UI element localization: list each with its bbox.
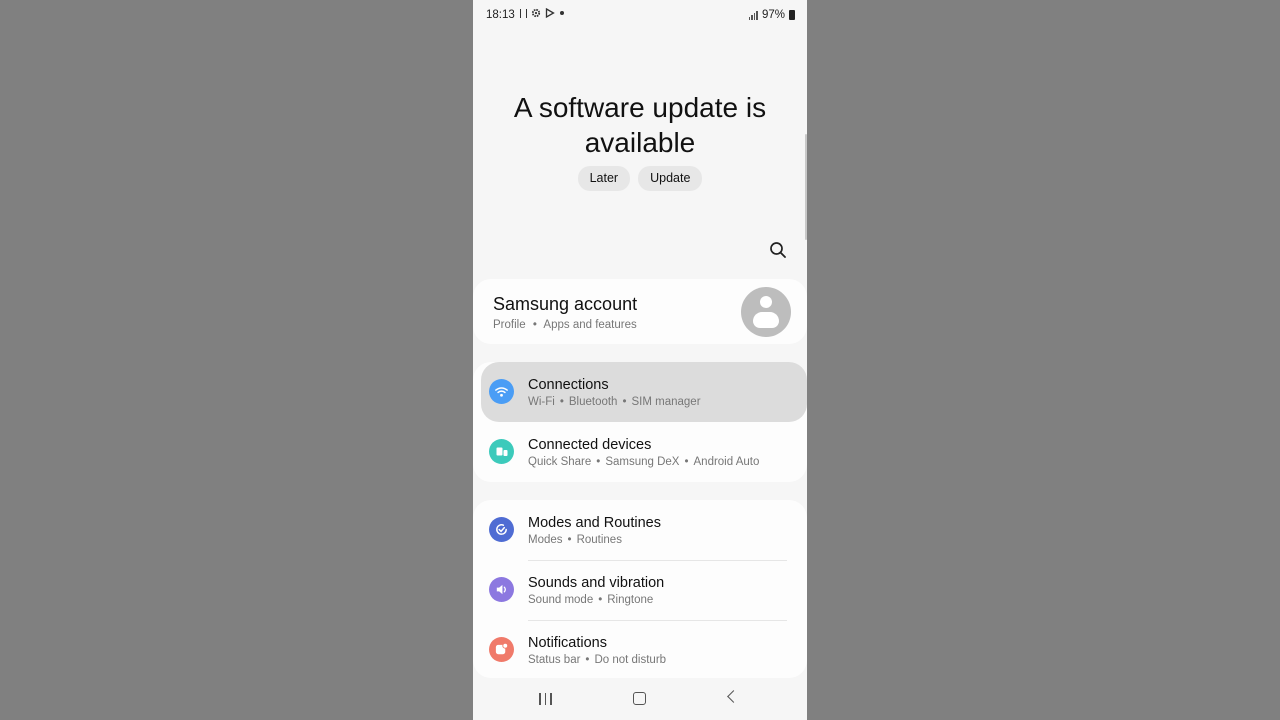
account-sub-profile: Profile	[493, 319, 526, 331]
scrollbar[interactable]	[805, 134, 807, 240]
signal-icon	[748, 10, 758, 20]
status-icons-left	[520, 8, 565, 18]
item-sub: Quick Share	[528, 456, 592, 468]
item-subtitle: Status bar • Do not disturb	[528, 654, 667, 666]
battery-percent: 97%	[761, 9, 785, 21]
modes-icon	[489, 517, 514, 542]
connected-devices-icon	[489, 439, 514, 464]
back-button[interactable]	[727, 690, 740, 703]
settings-item-notifications[interactable]: Notifications Status bar • Do not disturb	[473, 620, 807, 680]
account-sub-apps: Apps and features	[543, 319, 637, 331]
status-icons-right: 97%	[748, 9, 795, 21]
settings-group-1: Connections Wi-Fi • Bluetooth • SIM manager …	[473, 362, 807, 482]
home-button[interactable]	[633, 692, 646, 705]
screenshot-icon	[520, 8, 527, 18]
avatar[interactable]	[741, 287, 791, 337]
item-sub: Routines	[576, 534, 622, 546]
separator-dot: •	[532, 319, 537, 331]
search-icon[interactable]	[769, 241, 787, 259]
notification-icon	[489, 637, 514, 662]
navigation-bar	[473, 680, 807, 720]
item-sub: Samsung DeX	[605, 456, 680, 468]
battery-icon	[789, 10, 795, 20]
settings-icon	[531, 8, 541, 18]
item-subtitle: Quick Share • Samsung DeX • Android Auto	[528, 456, 760, 468]
status-bar: 18:13 97%	[473, 0, 807, 30]
sound-icon	[489, 577, 514, 602]
item-sub: Android Auto	[693, 456, 760, 468]
item-title: Connections	[528, 377, 609, 393]
item-title: Notifications	[528, 635, 607, 651]
item-sub: Modes	[528, 534, 563, 546]
phone-screen: 18:13 97% A software update is available…	[473, 0, 807, 720]
item-sub: Do not disturb	[594, 654, 667, 666]
samsung-account-card[interactable]: Samsung account Profile • Apps and featu…	[473, 279, 807, 344]
item-sub: Sound mode	[528, 594, 594, 606]
settings-group-2: Modes and Routines Modes • Routines Sounds…	[473, 500, 807, 678]
notification-dot-icon	[559, 10, 565, 16]
item-sub: Bluetooth	[568, 396, 618, 408]
item-sub: Ringtone	[607, 594, 654, 606]
status-time: 18:13	[486, 9, 515, 21]
item-subtitle: Wi-Fi • Bluetooth • SIM manager	[528, 396, 701, 408]
item-title: Sounds and vibration	[528, 575, 665, 591]
item-title: Modes and Routines	[528, 515, 661, 531]
later-button[interactable]: Later	[577, 166, 631, 191]
update-actions: Later Update	[473, 166, 807, 191]
settings-item-sounds-vibration[interactable]: Sounds and vibration Sound mode • Ringtone	[473, 560, 807, 620]
item-sub: Status bar	[528, 654, 581, 666]
item-sub: Wi-Fi	[528, 396, 555, 408]
update-button[interactable]: Update	[638, 166, 703, 191]
item-title: Connected devices	[528, 437, 652, 453]
settings-item-connected-devices[interactable]: Connected devices Quick Share • Samsung De…	[473, 422, 807, 482]
item-subtitle: Modes • Routines	[528, 534, 622, 546]
item-subtitle: Sound mode • Ringtone	[528, 594, 654, 606]
account-subtitle: Profile • Apps and features	[493, 319, 637, 331]
play-store-icon	[545, 8, 555, 18]
account-title: Samsung account	[493, 294, 638, 314]
wifi-icon	[489, 379, 514, 404]
item-sub: SIM manager	[631, 396, 701, 408]
settings-item-connections[interactable]: Connections Wi-Fi • Bluetooth • SIM manager	[481, 362, 807, 422]
settings-item-modes-routines[interactable]: Modes and Routines Modes • Routines	[473, 500, 807, 560]
update-title: A software update is available	[513, 92, 767, 158]
recents-button[interactable]	[539, 693, 552, 705]
